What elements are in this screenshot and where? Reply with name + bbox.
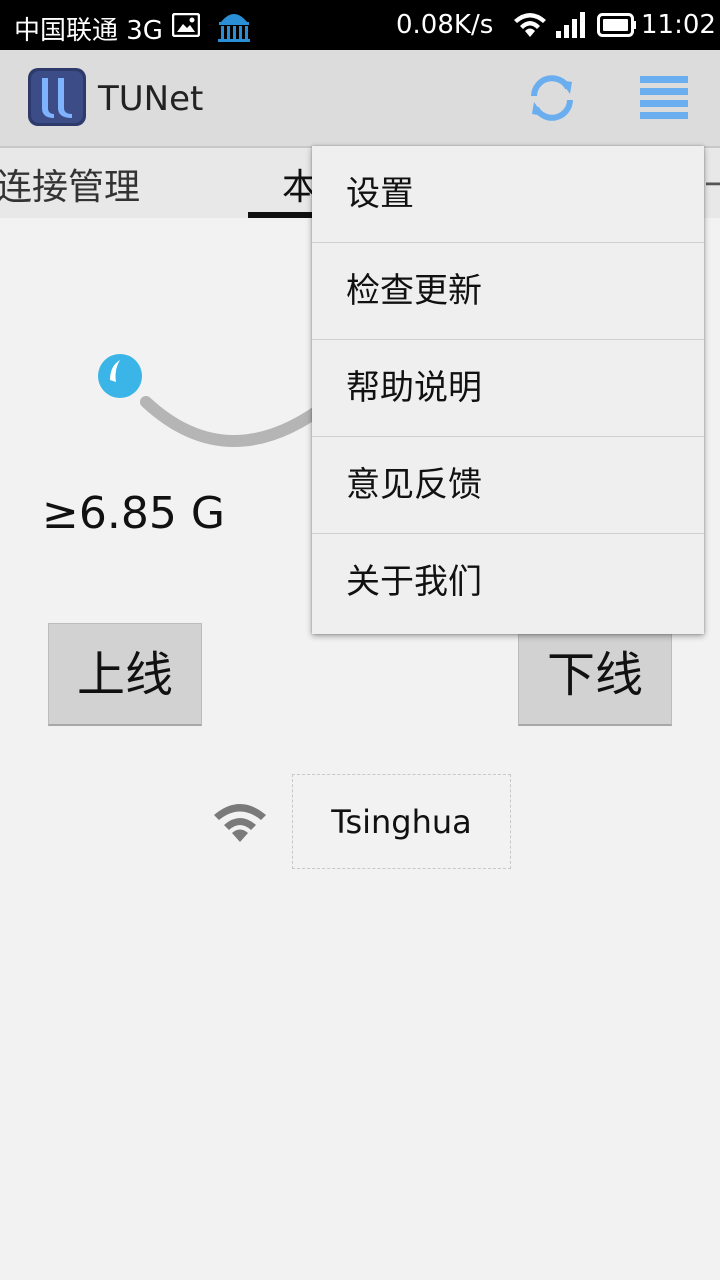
tab-next[interactable]: 十 [704, 158, 720, 210]
offline-button[interactable]: 下线 [518, 623, 672, 726]
menu-item-settings[interactable]: 设置 [312, 146, 704, 243]
clock: 11:02 [641, 10, 716, 40]
app-logo-icon [28, 68, 86, 126]
menu-item-about[interactable]: 关于我们 [312, 534, 704, 631]
app-title: TUNet [98, 79, 204, 119]
status-bar: 中国联通 3G 0.08K/s 11:02 [0, 0, 720, 50]
wifi-icon [214, 804, 266, 842]
gallery-icon [172, 13, 200, 37]
signal-icon [556, 12, 585, 38]
menu-button[interactable] [636, 72, 692, 124]
app-notification-icon [218, 14, 250, 42]
action-bar: TUNet [0, 50, 720, 148]
online-button[interactable]: 上线 [48, 623, 202, 726]
network-speed: 0.08K/s [396, 10, 494, 40]
usage-amount: ≥6.85 G [42, 488, 225, 539]
overflow-menu: 设置 检查更新 帮助说明 意见反馈 关于我们 [312, 146, 704, 634]
wifi-status-icon [514, 13, 546, 37]
menu-item-check-update[interactable]: 检查更新 [312, 243, 704, 340]
battery-icon [597, 13, 636, 37]
carrier-label: 中国联通 3G [14, 16, 163, 46]
refresh-button[interactable] [524, 70, 580, 126]
screen: 中国联通 3G 0.08K/s 11:02 TUNet 连接管理 本 ≥6.85… [0, 0, 720, 1280]
tab-connection-management[interactable]: 连接管理 [0, 158, 140, 210]
menu-item-feedback[interactable]: 意见反馈 [312, 437, 704, 534]
menu-item-help[interactable]: 帮助说明 [312, 340, 704, 437]
ssid-label[interactable]: Tsinghua [292, 774, 511, 869]
